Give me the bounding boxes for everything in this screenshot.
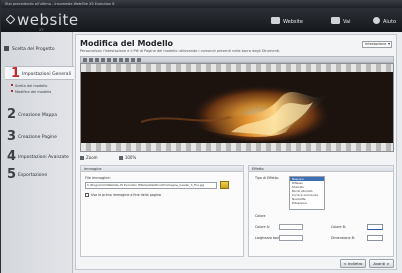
app-window: Stai procedendo all'ultimo - Incomedia W… (1, 0, 402, 273)
app-logo: website (5, 11, 79, 29)
zoom-100-icon (118, 155, 123, 160)
sidebar-subitem-scelta-modello[interactable]: Scelta del modello (11, 84, 47, 88)
fx-color-b-swatch[interactable] (367, 224, 383, 230)
step-label: Esportazione (18, 173, 48, 178)
logo-text: website (17, 11, 79, 29)
sidebar: Scelta del Progetto 1 Impostazioni Gener… (1, 32, 74, 273)
header-item-website[interactable]: Website (271, 17, 303, 25)
link-tool-icon[interactable] (113, 58, 117, 62)
shape-tool-icon[interactable] (107, 58, 111, 62)
zoom-fit-button[interactable]: Zoom (80, 155, 108, 160)
image-file-path-input[interactable]: C:\Programmi\WebSite X5 Evolution 8\Temp… (85, 182, 217, 189)
fire-header-image (81, 72, 393, 145)
fx-size-b-input[interactable] (367, 235, 383, 241)
back-button[interactable]: < Indietro (340, 259, 366, 268)
effects-panel: Effetto Tipo di Effetto: Nessuno Rifless… (248, 165, 394, 257)
select-tool-icon[interactable] (83, 58, 87, 62)
align-tool-icon[interactable] (119, 58, 123, 62)
image-tool-icon[interactable] (101, 58, 105, 62)
zoom-icon (80, 155, 84, 160)
step-label: Impostazioni Avanzate (18, 155, 69, 160)
effect-type-list[interactable]: Nessuno Riflesso Sfumato Bordo sfumato C… (289, 176, 325, 210)
browse-folder-button[interactable] (220, 181, 229, 189)
sidebar-step-4[interactable]: 4 Impostazioni Avanzate (1, 149, 73, 164)
step-number: 3 (7, 129, 17, 144)
fx-field-label: Colore B: (331, 225, 346, 229)
step-label: Creazione Mappa (18, 113, 57, 118)
editor-toolbar (80, 56, 394, 63)
next-button[interactable]: Avanti > (369, 259, 394, 268)
page-title: Modifica del Modello (80, 39, 174, 48)
image-panel: Immagine File Immagine: C:\Programmi\Web… (80, 165, 244, 257)
app-header: website X5 Website Vai Aiuto (1, 8, 402, 32)
delete-tool-icon[interactable] (131, 58, 135, 62)
help-icon (373, 17, 380, 24)
sidebar-subitem-modifica-modello[interactable]: Modifica del modello (11, 90, 51, 94)
header-preview-canvas[interactable] (80, 63, 394, 152)
fx-border-width-input[interactable] (279, 235, 303, 241)
order-tool-icon[interactable] (125, 58, 129, 62)
preview-ruler-top (81, 64, 393, 72)
section-select[interactable]: Intestazione (362, 41, 392, 48)
effect-color-section-label: Colore (255, 214, 266, 218)
move-tool-icon[interactable] (89, 58, 93, 62)
sidebar-step-2[interactable]: 2 Creazione Mappa (1, 107, 73, 122)
text-tool-icon[interactable] (95, 58, 99, 62)
window-title: Stai procedendo all'ultimo - Incomedia W… (5, 2, 115, 6)
zoom-value[interactable]: 100% (118, 155, 146, 160)
properties-tool-icon[interactable] (137, 58, 141, 62)
fx-field-label: Dimensione B: (331, 236, 355, 240)
sidebar-item-scelta-progetto[interactable]: Scelta del Progetto (4, 46, 55, 52)
page-description: Personalizza l'intestazione e il Piè di … (80, 49, 281, 53)
monitor-icon (331, 17, 340, 24)
step-number: 2 (7, 107, 17, 122)
sidebar-step-5[interactable]: 5 Esportazione (1, 167, 73, 182)
sidebar-step-3[interactable]: 3 Creazione Pagine (1, 129, 73, 144)
step-number: 4 (7, 149, 17, 164)
preview-ruler-bottom (81, 143, 393, 151)
header-item-aiuto[interactable]: Aiuto (373, 17, 396, 25)
image-panel-title: Immagine (81, 166, 243, 172)
fx-field-label: Colore A: (255, 225, 270, 229)
window-titlebar: Stai procedendo all'ultimo - Incomedia W… (1, 0, 402, 8)
step-number: 5 (7, 167, 17, 182)
step-label: Impostazioni Generali (22, 72, 72, 77)
effects-panel-title: Effetto (249, 166, 393, 172)
fx-color-a-input[interactable] (279, 224, 303, 230)
home-icon (4, 46, 9, 51)
globe-icon (271, 17, 280, 24)
image-option-checkbox[interactable]: Usa la prima immagine a fine della pagin… (85, 193, 161, 197)
image-file-label: File Immagine: (85, 176, 111, 180)
logo-mark-icon (5, 14, 16, 25)
sidebar-step-1[interactable]: 1 Impostazioni Generali (5, 66, 74, 81)
effect-type-label: Tipo di Effetto: (255, 176, 280, 180)
checkbox-box[interactable] (85, 193, 89, 197)
header-item-vai[interactable]: Vai (331, 17, 351, 25)
step-label: Creazione Pagine (18, 135, 57, 140)
step-number: 1 (11, 66, 21, 81)
main-panel: Modifica del Modello Personalizza l'inte… (75, 34, 397, 270)
zoom-row: Zoom 100% (80, 155, 156, 160)
effect-list-item[interactable]: Pulsazione (290, 201, 324, 205)
